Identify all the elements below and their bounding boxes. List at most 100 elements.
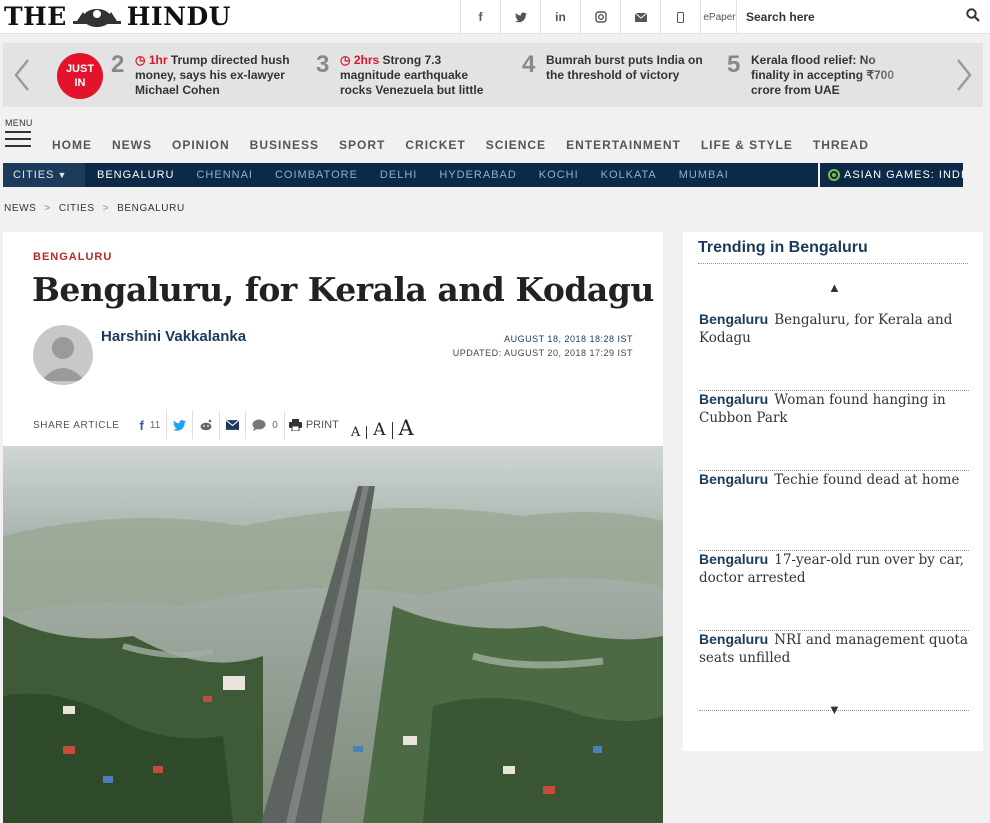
trending-item-section: Bengaluru bbox=[699, 631, 769, 647]
city-delhi[interactable]: DELHI bbox=[380, 169, 417, 181]
comment-count: 0 bbox=[272, 419, 278, 431]
font-size-small-button[interactable]: A bbox=[345, 426, 368, 439]
nav-sport[interactable]: SPORT bbox=[339, 138, 385, 152]
trending-panel: Trending in Bengaluru ▲ Bengaluru Bengalu… bbox=[683, 232, 983, 751]
font-size-large-button[interactable]: A bbox=[393, 418, 420, 439]
triangle-up-icon: ▲ bbox=[828, 280, 841, 295]
chevron-right-icon bbox=[957, 59, 972, 91]
print-label: PRINT bbox=[305, 419, 339, 431]
ticker-number: 3 bbox=[316, 51, 330, 78]
ticker-text: ◷ 1hr Trump directed hush money, says hi… bbox=[135, 53, 295, 98]
trending-title: Trending in Bengaluru bbox=[698, 239, 868, 256]
trending-item-title: Techie found dead at home bbox=[774, 472, 960, 488]
twitter-icon[interactable] bbox=[500, 0, 540, 34]
reddit-share-button[interactable] bbox=[193, 411, 221, 439]
nav-news[interactable]: NEWS bbox=[112, 138, 152, 152]
city-chennai[interactable]: CHENNAI bbox=[196, 169, 253, 181]
mail-icon bbox=[226, 420, 240, 430]
facebook-share-count: 11 bbox=[149, 419, 161, 431]
clock-icon: ◷ bbox=[340, 53, 354, 67]
trending-item[interactable]: Bengaluru Woman found hanging in Cubbon P… bbox=[699, 391, 969, 471]
author-name[interactable]: Harshini Vakkalanka bbox=[101, 328, 246, 345]
just-in-badge: JUST IN bbox=[57, 53, 103, 99]
cities-dropdown[interactable]: CITIES ▼ bbox=[3, 163, 85, 187]
breadcrumb: NEWS > CITIES > BENGALURU bbox=[4, 203, 185, 214]
article-dates: AUGUST 18, 2018 18:28 IST UPDATED: AUGUS… bbox=[453, 332, 633, 360]
trending-item[interactable]: Bengaluru Bengaluru, for Kerala and Kodag… bbox=[699, 311, 969, 391]
asian-games-link[interactable]: ASIAN GAMES: INDIA bbox=[820, 163, 963, 187]
print-button[interactable]: PRINT bbox=[288, 419, 339, 431]
flood-aerial-image bbox=[3, 446, 663, 823]
trending-item[interactable]: Bengaluru Techie found dead at home bbox=[699, 471, 969, 551]
nav-cricket[interactable]: CRICKET bbox=[405, 138, 465, 152]
ticker-text: ◷ 2hrs Strong 7.3 magnitude earthquake r… bbox=[340, 53, 500, 98]
clock-icon: ◷ bbox=[135, 53, 149, 67]
comments-button[interactable]: 0 bbox=[246, 411, 285, 439]
font-size-controls: A A A bbox=[345, 411, 420, 439]
twitter-share-button[interactable] bbox=[167, 411, 194, 439]
mobile-icon[interactable] bbox=[660, 0, 700, 34]
hamburger-icon bbox=[5, 131, 31, 147]
email-share-button[interactable] bbox=[220, 411, 247, 439]
nav-opinion[interactable]: OPINION bbox=[172, 138, 230, 152]
linkedin-icon[interactable]: in bbox=[540, 0, 580, 34]
nav-thread[interactable]: THREAD bbox=[813, 138, 869, 152]
article-card: BENGALURU Bengaluru, for Kerala and Koda… bbox=[3, 232, 663, 823]
just-in-label: JUST IN bbox=[65, 63, 95, 89]
scroll-up-button[interactable]: ▲ bbox=[828, 280, 841, 295]
site-logo[interactable]: THE HINDU bbox=[4, 2, 231, 31]
city-bengaluru[interactable]: BENGALURU bbox=[97, 169, 174, 181]
ticker-number: 5 bbox=[727, 51, 741, 78]
article-photo bbox=[3, 446, 663, 823]
scroll-down-button[interactable]: ▼ bbox=[828, 702, 841, 717]
logo-text: THE bbox=[4, 2, 67, 31]
ticker-next-button[interactable] bbox=[945, 43, 983, 107]
nav-science[interactable]: SCIENCE bbox=[486, 138, 546, 152]
ticker-headline: Bumrah burst puts India on the threshold… bbox=[546, 53, 703, 82]
font-size-medium-button[interactable]: A bbox=[367, 422, 393, 439]
nav-home[interactable]: HOME bbox=[52, 138, 92, 152]
trending-item[interactable]: Bengaluru NRI and management quota seats … bbox=[699, 631, 969, 711]
breadcrumb-cities[interactable]: CITIES bbox=[59, 203, 95, 214]
city-kochi[interactable]: KOCHI bbox=[539, 169, 579, 181]
city-kolkata[interactable]: KOLKATA bbox=[601, 169, 657, 181]
mail-icon[interactable] bbox=[620, 0, 660, 34]
menu-button[interactable]: MENU bbox=[5, 118, 35, 152]
divider bbox=[698, 263, 968, 264]
nav-business[interactable]: BUSINESS bbox=[250, 138, 319, 152]
ticker-prev-button[interactable] bbox=[3, 43, 41, 107]
trending-item-section: Bengaluru bbox=[699, 391, 769, 407]
just-in-ticker: JUST IN 2 ◷ 1hr Trump directed hush money… bbox=[3, 43, 983, 107]
logo-text-2: HINDU bbox=[126, 2, 231, 31]
search-input[interactable] bbox=[746, 10, 956, 24]
city-hyderabad[interactable]: HYDERABAD bbox=[439, 169, 516, 181]
trending-item[interactable]: Bengaluru 17-year-old run over by car, do… bbox=[699, 551, 969, 631]
crest-icon bbox=[72, 9, 121, 27]
caret-down-icon: ▼ bbox=[57, 170, 68, 180]
city-coimbatore[interactable]: COIMBATORE bbox=[275, 169, 358, 181]
breadcrumb-bengaluru[interactable]: BENGALURU bbox=[117, 203, 185, 214]
search-icon[interactable] bbox=[966, 8, 980, 22]
search-box bbox=[736, 0, 990, 34]
top-bar: THE HINDU f in ePaper bbox=[0, 0, 990, 34]
facebook-icon: f bbox=[139, 417, 144, 433]
breadcrumb-news[interactable]: NEWS bbox=[4, 203, 36, 214]
printer-icon bbox=[288, 419, 302, 431]
nav-entertainment[interactable]: ENTERTAINMENT bbox=[566, 138, 681, 152]
epaper-link[interactable]: ePaper bbox=[700, 0, 738, 34]
article-kicker[interactable]: BENGALURU bbox=[33, 251, 112, 263]
city-mumbai[interactable]: MUMBAI bbox=[679, 169, 729, 181]
facebook-icon[interactable]: f bbox=[460, 0, 500, 34]
breadcrumb-separator: > bbox=[44, 203, 51, 214]
menu-label: MENU bbox=[5, 118, 33, 128]
facebook-share-button[interactable]: f 11 bbox=[134, 411, 168, 439]
nav-life-style[interactable]: LIFE & STYLE bbox=[701, 138, 793, 152]
asian-games-label: ASIAN GAMES: INDIA bbox=[844, 169, 963, 181]
social-links: f in ePaper bbox=[460, 0, 738, 34]
twitter-icon bbox=[173, 419, 187, 431]
avatar bbox=[33, 325, 93, 385]
instagram-icon[interactable] bbox=[580, 0, 620, 34]
main-nav: HOME NEWS OPINION BUSINESS SPORT CRICKET… bbox=[52, 138, 889, 152]
triangle-down-icon: ▼ bbox=[828, 702, 841, 717]
ticker-time: 1hr bbox=[148, 53, 168, 67]
